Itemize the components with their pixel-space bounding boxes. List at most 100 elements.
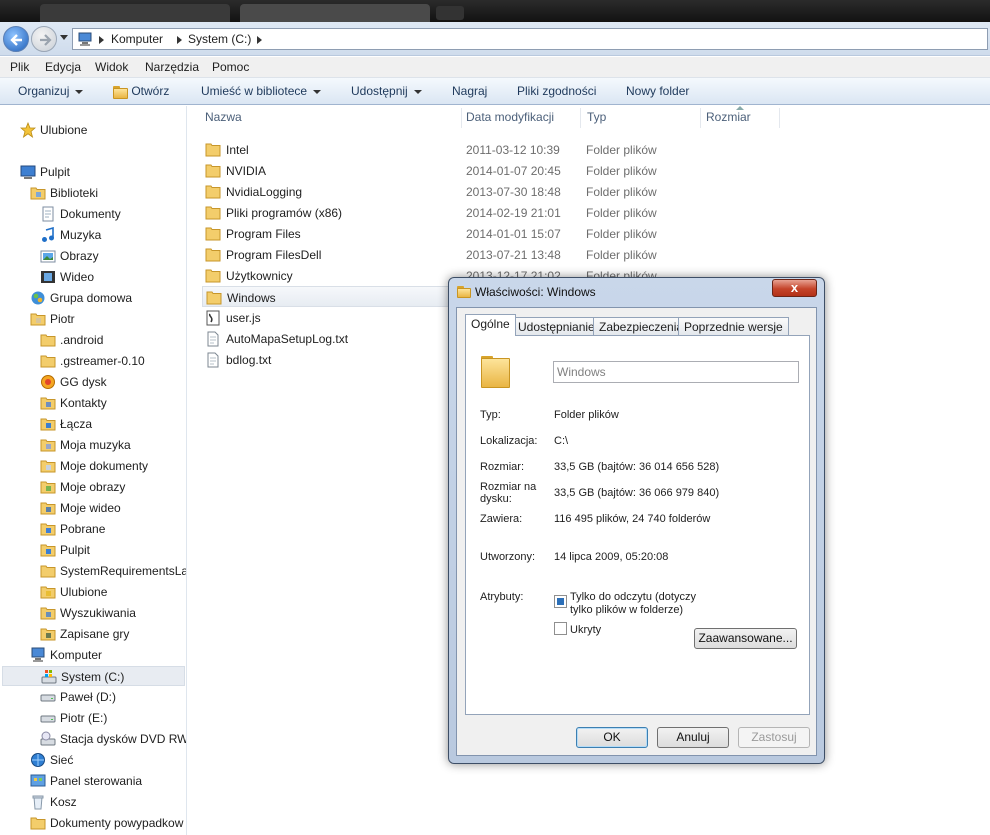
breadcrumb-item-system-c[interactable]: System (C:) — [188, 32, 251, 46]
nav-item-wideo[interactable]: Wideo — [40, 267, 185, 287]
nav-item-moje-obrazy[interactable]: Moje obrazy — [40, 477, 185, 497]
forward-button[interactable] — [31, 26, 57, 52]
nav-item-dokumenty-powypadkow[interactable]: Dokumenty powypadkow — [30, 813, 185, 833]
nav-item-wyszukiwania[interactable]: Wyszukiwania — [40, 603, 185, 623]
nav-item-label: Zapisane gry — [60, 627, 130, 641]
nav-item-pulpit[interactable]: Pulpit — [20, 162, 185, 182]
file-row[interactable]: NVIDIA — [202, 160, 460, 181]
column-divider[interactable] — [700, 108, 701, 128]
column-divider[interactable] — [461, 108, 462, 128]
nav-item-piotr-e[interactable]: Piotr (E:) — [40, 708, 185, 728]
file-row[interactable]: Windows — [202, 286, 460, 307]
column-header-name[interactable]: Nazwa — [205, 110, 242, 124]
nav-item-zapisane-gry[interactable]: Zapisane gry — [40, 624, 185, 644]
burn-label: Nagraj — [452, 84, 488, 98]
nav-item-gg-dysk[interactable]: GG dysk — [40, 372, 185, 392]
file-row[interactable]: AutoMapaSetupLog.txt — [202, 328, 460, 349]
ok-button[interactable]: OK — [576, 727, 648, 748]
folder-name-field[interactable] — [553, 361, 799, 383]
nav-item-android[interactable]: .android — [40, 330, 185, 350]
column-divider[interactable] — [580, 108, 581, 128]
menu-narzedzia[interactable]: Narzędzia — [145, 60, 199, 74]
column-header-type[interactable]: Typ — [587, 110, 606, 124]
file-row[interactable]: Program Files — [202, 223, 460, 244]
add-to-library-button[interactable]: Umieść w bibliotece — [201, 84, 322, 98]
breadcrumb[interactable]: Komputer System (C:) — [72, 28, 988, 50]
new-folder-button[interactable]: Nowy folder — [626, 84, 689, 98]
nav-item-kosz[interactable]: Kosz — [30, 792, 185, 812]
nav-item-gstreamer-0-10[interactable]: .gstreamer-0.10 — [40, 351, 185, 371]
nav-item-moje-dokumenty[interactable]: Moje dokumenty — [40, 456, 185, 476]
nav-item-moje-wideo[interactable]: Moje wideo — [40, 498, 185, 518]
dialog-title: Właściwości: Windows — [475, 285, 596, 299]
file-row[interactable]: Użytkownicy — [202, 265, 460, 286]
tab-sharing[interactable]: Udostępnianie — [512, 317, 601, 335]
nav-item-muzyka[interactable]: Muzyka — [40, 225, 185, 245]
column-header-size[interactable]: Rozmiar — [706, 110, 751, 124]
nav-item-label: .gstreamer-0.10 — [60, 354, 145, 368]
back-button[interactable] — [3, 26, 29, 52]
menu-edycja[interactable]: Edycja — [45, 60, 81, 74]
share-button[interactable]: Udostępnij — [351, 84, 422, 98]
file-row[interactable]: user.js — [202, 307, 460, 328]
file-row[interactable]: Pliki programów (x86) — [202, 202, 460, 223]
file-date: 2013-07-21 13:48 — [466, 248, 561, 262]
nav-item-ulubione[interactable]: Ulubione — [40, 582, 185, 602]
nav-item-piotr[interactable]: Piotr — [30, 309, 185, 329]
file-row[interactable]: Program FilesDell — [202, 244, 460, 265]
burn-button[interactable]: Nagraj — [452, 84, 487, 98]
cancel-button[interactable]: Anuluj — [657, 727, 729, 748]
nav-item-paweł-d[interactable]: Paweł (D:) — [40, 687, 185, 707]
breadcrumb-separator-icon[interactable] — [257, 36, 262, 44]
links-icon — [40, 416, 56, 432]
disk-size-value: 33,5 GB (bajtów: 36 066 979 840) — [554, 487, 720, 499]
menu-widok[interactable]: Widok — [95, 60, 128, 74]
nav-item-systemrequirementsla[interactable]: SystemRequirementsLa — [40, 561, 186, 581]
nav-item-grupa-domowa[interactable]: Grupa domowa — [30, 288, 185, 308]
nav-item-obrazy[interactable]: Obrazy — [40, 246, 185, 266]
readonly-checkbox[interactable] — [554, 595, 567, 608]
breadcrumb-item-komputer[interactable]: Komputer — [111, 32, 163, 46]
compatibility-files-button[interactable]: Pliki zgodności — [517, 84, 596, 98]
file-row[interactable]: NvidiaLogging — [202, 181, 460, 202]
advanced-button[interactable]: Zaawansowane... — [694, 628, 797, 649]
file-type: Folder plików — [586, 143, 657, 157]
nav-item-dokumenty[interactable]: Dokumenty — [40, 204, 185, 224]
hidden-checkbox[interactable] — [554, 622, 567, 635]
nav-item-pulpit[interactable]: Pulpit — [40, 540, 185, 560]
nav-item-stacja-dysków-dvd-rw[interactable]: Stacja dysków DVD RW — [40, 729, 186, 749]
nav-item-łącza[interactable]: Łącza — [40, 414, 185, 434]
open-button[interactable]: Otwórz — [113, 84, 169, 100]
nav-item-system-c[interactable]: System (C:) — [2, 666, 185, 686]
nav-item-komputer[interactable]: Komputer — [30, 645, 185, 665]
recent-pages-dropdown-icon[interactable] — [60, 35, 68, 41]
browser-tab[interactable] — [240, 4, 430, 22]
text-file-icon — [205, 331, 221, 347]
apply-button[interactable]: Zastosuj — [738, 727, 810, 748]
nav-item-moja-muzyka[interactable]: Moja muzyka — [40, 435, 185, 455]
nav-item-pobrane[interactable]: Pobrane — [40, 519, 185, 539]
breadcrumb-separator-icon[interactable] — [99, 36, 104, 44]
tab-general[interactable]: Ogólne — [465, 314, 516, 336]
file-name: Program Files — [226, 227, 301, 241]
breadcrumb-separator-icon[interactable] — [177, 36, 182, 44]
nav-item-ulubione[interactable]: Ulubione — [19, 120, 185, 140]
navigation-pane[interactable]: Ulubione Pulpit Biblioteki Dokumenty Muzyka O… — [0, 106, 187, 835]
nav-item-biblioteki[interactable]: Biblioteki — [30, 183, 185, 203]
tab-previous-versions[interactable]: Poprzednie wersje — [678, 317, 789, 335]
organize-button[interactable]: Organizuj — [18, 84, 84, 98]
menu-plik[interactable]: Plik — [10, 60, 29, 74]
file-row[interactable]: Intel — [202, 139, 460, 160]
browser-tab[interactable] — [40, 4, 230, 22]
nav-item-kontakty[interactable]: Kontakty — [40, 393, 185, 413]
tab-security[interactable]: Zabezpieczenia — [593, 317, 690, 335]
column-divider[interactable] — [779, 108, 780, 128]
column-header-date[interactable]: Data modyfikacji — [466, 110, 554, 124]
file-date: 2014-01-01 15:07 — [466, 227, 561, 241]
nav-item-panel-sterowania[interactable]: Panel sterowania — [30, 771, 185, 791]
close-button[interactable]: x — [772, 279, 817, 297]
new-tab-button[interactable] — [436, 6, 464, 20]
nav-item-sieć[interactable]: Sieć — [30, 750, 185, 770]
menu-pomoc[interactable]: Pomoc — [212, 60, 249, 74]
file-row[interactable]: bdlog.txt — [202, 349, 460, 370]
